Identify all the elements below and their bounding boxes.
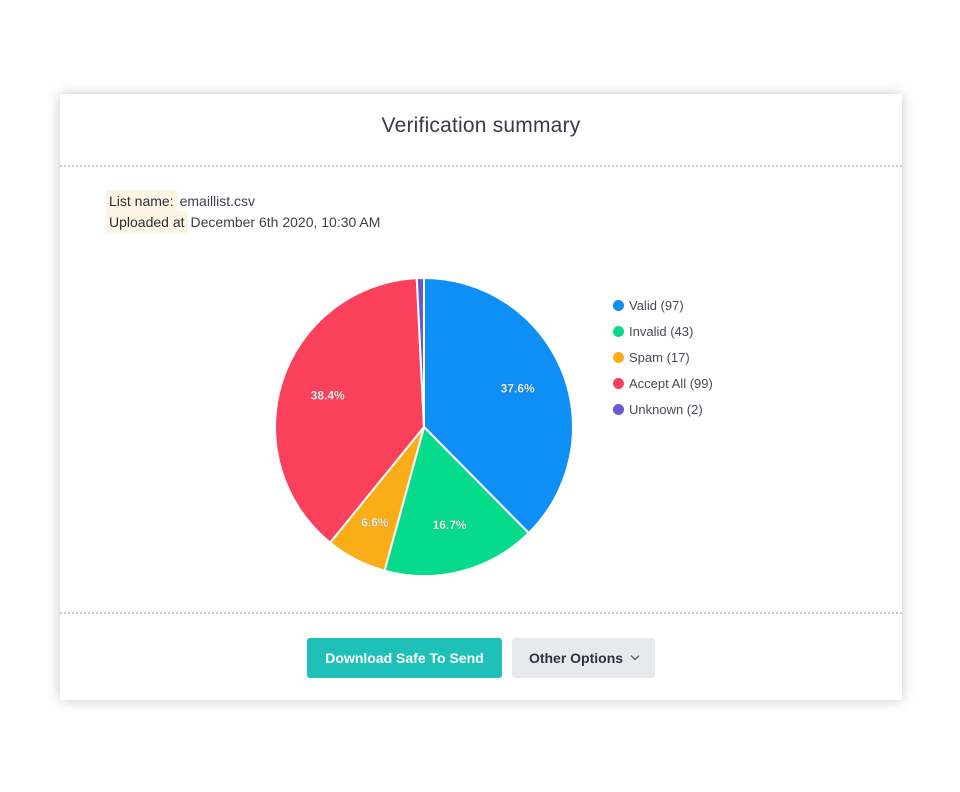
legend-label: Valid (97) — [629, 297, 684, 313]
list-name-row: List name: emaillist.csv — [106, 190, 255, 212]
uploaded-at-label: Uploaded at — [106, 211, 188, 233]
legend-label: Unknown (2) — [629, 401, 703, 417]
legend-dot-icon — [613, 377, 624, 389]
legend-item-accept-all[interactable]: Accept All (99) — [613, 370, 793, 396]
download-button-label: Download Safe To Send — [325, 650, 484, 666]
legend-item-invalid[interactable]: Invalid (43) — [613, 318, 793, 344]
legend-dot-icon — [613, 351, 624, 363]
chart-legend: Valid (97) Invalid (43) Spam (17) Accept Al… — [613, 292, 793, 422]
legend-dot-icon — [613, 299, 624, 311]
card-title: Verification summary — [381, 114, 581, 137]
legend-label: Accept All (99) — [629, 375, 713, 391]
list-name-value: emaillist.csv — [179, 193, 256, 209]
header-divider — [60, 165, 902, 167]
legend-item-valid[interactable]: Valid (97) — [613, 292, 793, 318]
list-name-label: List name: — [106, 190, 177, 212]
chevron-down-icon — [630, 651, 640, 661]
slice-label-invalid: 16.7% — [433, 518, 467, 532]
legend-dot-icon — [613, 325, 624, 337]
verification-pie-chart: 37.6% 16.7% 6.6% 38.4% — [274, 276, 574, 578]
legend-label: Invalid (43) — [629, 323, 694, 339]
legend-item-spam[interactable]: Spam (17) — [613, 344, 793, 370]
verification-summary-card: Verification summary List name: emaillist… — [60, 94, 902, 700]
uploaded-at-row: Uploaded at December 6th 2020, 10:30 AM — [106, 211, 380, 233]
other-options-label: Other Options — [528, 650, 624, 666]
legend-label: Spam (17) — [629, 349, 690, 365]
legend-item-unknown[interactable]: Unknown (2) — [613, 396, 793, 422]
uploaded-at-value: December 6th 2020, 10:30 AM — [190, 214, 381, 230]
slice-label-valid: 37.6% — [501, 382, 535, 396]
slice-label-spam: 6.6% — [361, 515, 389, 529]
slice-label-accept-all: 38.4% — [311, 389, 345, 403]
other-options-button[interactable]: Other Options — [512, 638, 655, 678]
footer-divider — [60, 612, 902, 614]
legend-dot-icon — [613, 403, 624, 415]
download-safe-to-send-button[interactable]: Download Safe To Send — [307, 638, 502, 678]
